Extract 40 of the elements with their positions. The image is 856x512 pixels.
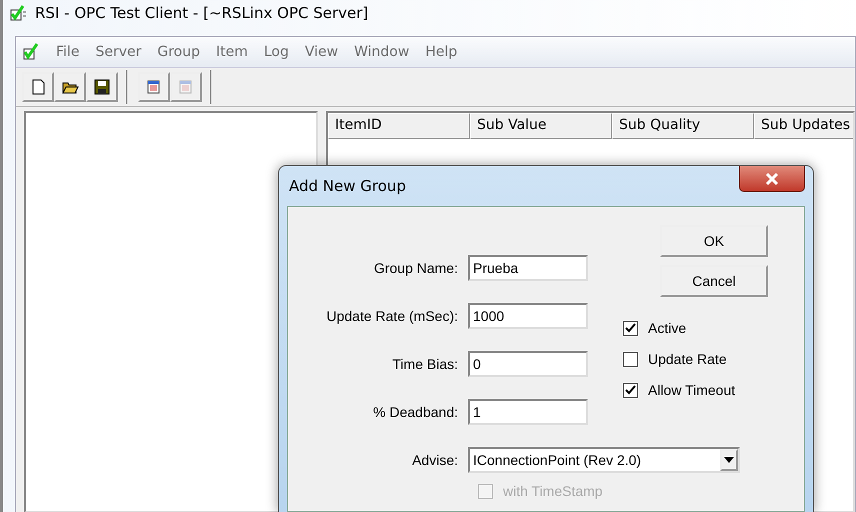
dropdown-arrow-icon (724, 457, 734, 463)
dialog-button[interactable]: Cancel (660, 265, 768, 297)
text-field[interactable]: 1 (468, 399, 588, 425)
text-field[interactable]: 1000 (468, 303, 588, 329)
text-field[interactable]: 0 (468, 351, 588, 377)
checkbox-label: with TimeStamp (503, 483, 603, 499)
column-header[interactable]: Sub Value (470, 113, 612, 139)
menu-item[interactable]: Window (354, 44, 410, 60)
menu-item[interactable]: Server (95, 44, 142, 60)
close-button[interactable] (739, 166, 805, 192)
checkbox[interactable] (623, 320, 638, 336)
dialog-button[interactable]: OK (660, 225, 768, 257)
toolbar-button[interactable] (86, 72, 118, 102)
menu-item[interactable]: Log (264, 44, 289, 60)
menu-item[interactable]: Help (425, 44, 458, 60)
field-label: Advise: (411, 452, 458, 468)
close-icon (765, 172, 779, 184)
checkbox[interactable] (623, 382, 638, 398)
checkbox-label: Allow Timeout (648, 382, 736, 398)
menu-item[interactable]: View (304, 44, 338, 60)
field-label: % Deadband: (372, 404, 458, 420)
checkbox[interactable] (623, 352, 638, 366)
dialog-title: Add New Group (289, 177, 406, 195)
column-header[interactable]: Sub Quality (612, 113, 754, 139)
column-header[interactable]: ItemID (328, 113, 470, 139)
menu-item[interactable]: Item (216, 44, 248, 60)
dropdown[interactable]: IConnectionPoint (Rev 2.0) (468, 447, 740, 473)
text-field[interactable]: Prueba (468, 255, 588, 281)
checkbox-label: Update Rate (648, 351, 727, 367)
app-icon (9, 4, 29, 22)
menu-item[interactable]: File (56, 44, 80, 60)
toolbar-button[interactable] (54, 72, 86, 102)
document-check-icon (22, 43, 40, 61)
column-header[interactable]: Sub Updates (754, 113, 853, 139)
field-label: Time Bias: (391, 356, 458, 372)
window-title: RSI - OPC Test Client - [~RSLinx OPC Server] (35, 4, 368, 22)
field-label: Update Rate (mSec): (326, 308, 458, 324)
menu-item[interactable]: Group (157, 44, 200, 60)
field-label: Group Name: (372, 260, 458, 276)
checkbox-label: Active (648, 320, 686, 336)
